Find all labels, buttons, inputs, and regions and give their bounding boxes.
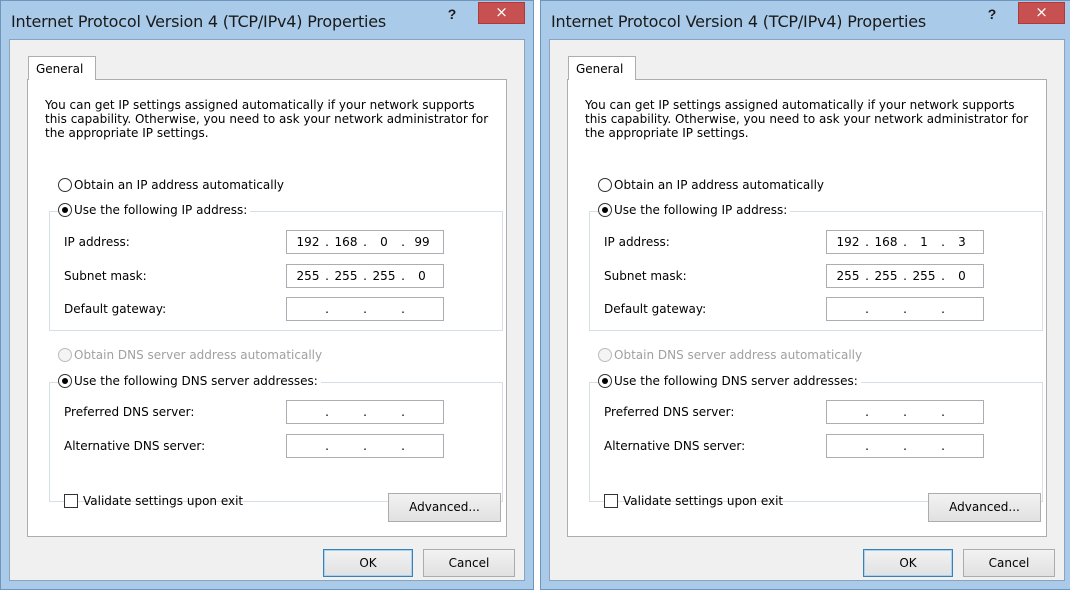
title-bar[interactable]: Internet Protocol Version 4 (TCP/IPv4) P… [541, 1, 1070, 39]
obtain-ip-auto-label: Obtain an IP address automatically [614, 178, 825, 192]
use-following-dns-radio[interactable] [58, 374, 72, 388]
ip-address-label: IP address: [604, 235, 670, 249]
obtain-dns-auto-option: Obtain DNS server address automatically [58, 348, 326, 362]
dialog-title: Internet Protocol Version 4 (TCP/IPv4) P… [551, 12, 927, 31]
use-following-ip-radio[interactable] [58, 203, 72, 217]
ip-octet-3: 0 [380, 235, 388, 249]
validate-settings-checkbox[interactable] [64, 494, 78, 508]
obtain-ip-auto-option[interactable]: Obtain an IP address automatically [598, 178, 828, 192]
obtain-dns-auto-radio [58, 348, 72, 362]
ip-octet-4: 99 [414, 235, 430, 249]
cancel-button[interactable]: Cancel [963, 549, 1055, 577]
validate-settings-option[interactable]: Validate settings upon exit [64, 494, 243, 508]
alternate-dns-label: Alternative DNS server: [604, 439, 746, 453]
obtain-ip-auto-label: Obtain an IP address automatically [74, 178, 285, 192]
default-gateway-label: Default gateway: [604, 302, 707, 316]
help-button[interactable]: ? [441, 5, 463, 27]
obtain-ip-auto-radio[interactable] [598, 178, 612, 192]
subnet-octet-4: 0 [958, 269, 966, 283]
advanced-button[interactable]: Advanced... [928, 493, 1041, 522]
alternate-dns-input[interactable]: ... [826, 434, 984, 458]
default-gateway-label: Default gateway: [64, 302, 167, 316]
use-following-ip-label: Use the following IP address: [614, 203, 788, 217]
subnet-mask-input[interactable]: 255. 255. 255. 0 [286, 264, 444, 288]
ok-button[interactable]: OK [323, 549, 413, 577]
ip-octet-1: 192 [296, 235, 320, 249]
validate-settings-label: Validate settings upon exit [623, 494, 784, 508]
intro-text: You can get IP settings assigned automat… [45, 98, 489, 140]
alternate-dns-label: Alternative DNS server: [64, 439, 206, 453]
use-following-ip-radio[interactable] [598, 203, 612, 217]
ip-address-input[interactable]: 192. 168. 0. 99 [286, 230, 444, 254]
preferred-dns-label: Preferred DNS server: [64, 405, 195, 419]
close-button[interactable]: × [1018, 2, 1065, 24]
preferred-dns-input[interactable]: ... [826, 400, 984, 424]
subnet-mask-label: Subnet mask: [64, 269, 147, 283]
obtain-dns-auto-label: Obtain DNS server address automatically [614, 348, 863, 362]
obtain-dns-auto-radio [598, 348, 612, 362]
obtain-dns-auto-label: Obtain DNS server address automatically [74, 348, 323, 362]
dialog-title: Internet Protocol Version 4 (TCP/IPv4) P… [11, 12, 387, 31]
use-following-ip-option[interactable]: Use the following IP address: [58, 203, 251, 217]
subnet-octet-1: 255 [836, 269, 860, 283]
tab-general[interactable]: General [568, 56, 636, 80]
ip-address-input[interactable]: 192. 168. 1. 3 [826, 230, 984, 254]
subnet-octet-3: 255 [372, 269, 396, 283]
close-button[interactable]: × [478, 2, 525, 24]
default-gateway-input[interactable]: ... [286, 297, 444, 321]
use-following-dns-option[interactable]: Use the following DNS server addresses: [598, 374, 861, 388]
ip-address-label: IP address: [64, 235, 130, 249]
use-following-ip-option[interactable]: Use the following IP address: [598, 203, 791, 217]
obtain-dns-auto-option: Obtain DNS server address automatically [598, 348, 866, 362]
intro-text: You can get IP settings assigned automat… [585, 98, 1029, 140]
ip-octet-2: 168 [874, 235, 898, 249]
use-following-dns-radio[interactable] [598, 374, 612, 388]
title-bar[interactable]: Internet Protocol Version 4 (TCP/IPv4) P… [1, 1, 533, 39]
tcpip-properties-dialog-1: Internet Protocol Version 4 (TCP/IPv4) P… [0, 0, 534, 590]
tcpip-properties-dialog-2: Internet Protocol Version 4 (TCP/IPv4) P… [540, 0, 1070, 590]
default-gateway-input[interactable]: ... [826, 297, 984, 321]
tab-general[interactable]: General [28, 56, 96, 80]
validate-settings-checkbox[interactable] [604, 494, 618, 508]
subnet-octet-4: 0 [418, 269, 426, 283]
ip-octet-1: 192 [836, 235, 860, 249]
dialog-client-area: General You can get IP settings assigned… [549, 39, 1065, 581]
cancel-button[interactable]: Cancel [423, 549, 515, 577]
ip-octet-4: 3 [958, 235, 966, 249]
subnet-octet-2: 255 [334, 269, 358, 283]
ip-octet-2: 168 [334, 235, 358, 249]
preferred-dns-input[interactable]: ... [286, 400, 444, 424]
subnet-octet-2: 255 [874, 269, 898, 283]
use-following-dns-label: Use the following DNS server addresses: [74, 374, 318, 388]
help-button[interactable]: ? [981, 5, 1003, 27]
ip-octet-3: 1 [920, 235, 928, 249]
use-following-dns-option[interactable]: Use the following DNS server addresses: [58, 374, 321, 388]
use-following-dns-label: Use the following DNS server addresses: [614, 374, 858, 388]
use-following-ip-label: Use the following IP address: [74, 203, 248, 217]
subnet-octet-1: 255 [296, 269, 320, 283]
preferred-dns-label: Preferred DNS server: [604, 405, 735, 419]
ok-button[interactable]: OK [863, 549, 953, 577]
subnet-mask-label: Subnet mask: [604, 269, 687, 283]
validate-settings-label: Validate settings upon exit [83, 494, 244, 508]
obtain-ip-auto-option[interactable]: Obtain an IP address automatically [58, 178, 288, 192]
validate-settings-option[interactable]: Validate settings upon exit [604, 494, 783, 508]
obtain-ip-auto-radio[interactable] [58, 178, 72, 192]
advanced-button[interactable]: Advanced... [388, 493, 501, 522]
subnet-mask-input[interactable]: 255. 255. 255. 0 [826, 264, 984, 288]
dialog-client-area: General You can get IP settings assigned… [9, 39, 525, 581]
general-tab-panel: You can get IP settings assigned automat… [27, 79, 507, 537]
general-tab-panel: You can get IP settings assigned automat… [567, 79, 1047, 537]
alternate-dns-input[interactable]: ... [286, 434, 444, 458]
subnet-octet-3: 255 [912, 269, 936, 283]
